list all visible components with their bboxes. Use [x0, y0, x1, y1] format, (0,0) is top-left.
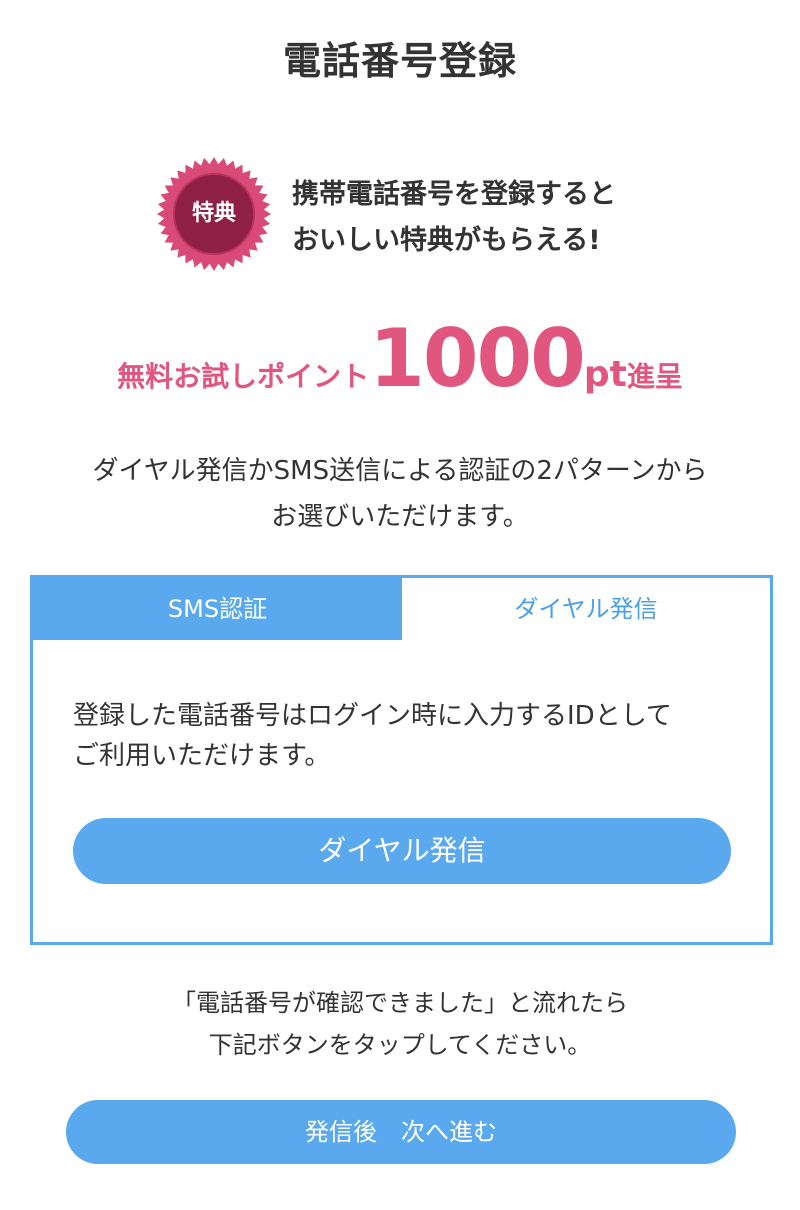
description-line-1: ダイヤル発信かSMS送信による認証の2パターンから: [92, 456, 708, 486]
bonus-badge: 特典: [156, 156, 272, 272]
instruction-note: 「電話番号が確認できました」と流れたら 下記ボタンをタップしてください。: [0, 982, 800, 1066]
promo-line-1: 携帯電話番号を登録すると: [292, 179, 616, 210]
points-unit: pt: [583, 354, 627, 395]
points-offer: 無料お試しポイント1000pt進呈: [0, 312, 800, 405]
description: ダイヤル発信かSMS送信による認証の2パターンから お選びいただけます。: [0, 448, 800, 540]
points-value: 1000: [369, 312, 586, 405]
panel-info-text: 登録した電話番号はログイン時に入力するIDとして ご利用いただけます。: [73, 696, 753, 776]
points-prefix: 無料お試しポイント: [117, 360, 370, 393]
tab-dial-call[interactable]: ダイヤル発信: [402, 578, 770, 640]
page-title: 電話番号登録: [282, 39, 517, 83]
verification-panel: SMS認証 ダイヤル発信 登録した電話番号はログイン時に入力するIDとして ご利…: [30, 575, 773, 945]
note-line-2: 下記ボタンをタップしてください。: [208, 1031, 592, 1059]
badge-label: 特典: [191, 201, 236, 226]
next-step-button[interactable]: 発信後 次へ進む: [66, 1100, 736, 1164]
description-line-2: お選びいただけます。: [271, 502, 529, 532]
promo-line-2: おいしい特典がもらえる!: [292, 225, 601, 256]
panel-text-line-2: ご利用いただけます。: [73, 741, 331, 771]
tab-sms-verification[interactable]: SMS認証: [33, 578, 402, 640]
points-suffix: 進呈: [626, 360, 683, 393]
dial-call-button[interactable]: ダイヤル発信: [73, 818, 731, 884]
promo-text: 携帯電話番号を登録すると おいしい特典がもらえる!: [292, 172, 616, 264]
panel-text-line-1: 登録した電話番号はログイン時に入力するIDとして: [73, 701, 672, 731]
note-line-1: 「電話番号が確認できました」と流れたら: [172, 989, 628, 1017]
